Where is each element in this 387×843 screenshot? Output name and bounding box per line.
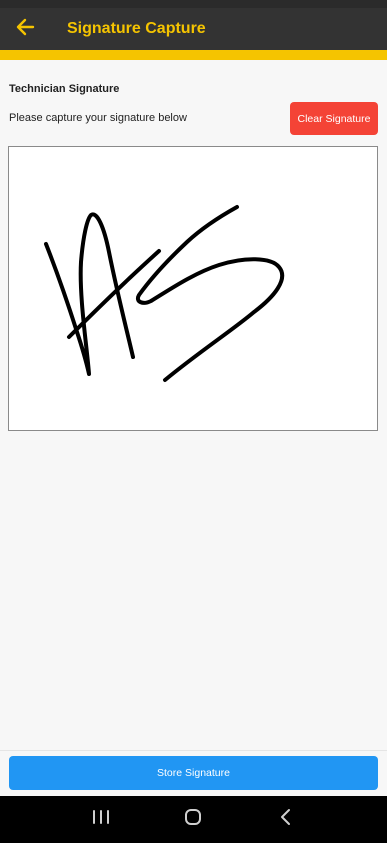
system-navigation-bar <box>0 796 387 843</box>
signature-stroke <box>44 205 285 382</box>
home-icon <box>183 807 203 832</box>
page-title: Signature Capture <box>67 20 206 37</box>
store-signature-button[interactable]: Store Signature <box>9 756 378 790</box>
back-chevron-icon <box>278 807 294 832</box>
section-label: Technician Signature <box>9 83 120 95</box>
arrow-left-icon <box>15 17 35 42</box>
footer-divider <box>0 750 387 751</box>
recents-button[interactable] <box>81 800 121 840</box>
recents-icon <box>91 809 111 830</box>
back-button[interactable] <box>0 8 50 50</box>
instructions-text: Please capture your signature below <box>9 112 187 124</box>
clear-signature-button[interactable]: Clear Signature <box>290 102 378 135</box>
app-bar: Signature Capture <box>0 8 387 50</box>
signature-pad[interactable] <box>8 146 378 431</box>
app-bar-accent <box>0 50 387 60</box>
home-button[interactable] <box>173 800 213 840</box>
system-back-button[interactable] <box>266 800 306 840</box>
main-content: Technician Signature Please capture your… <box>0 60 387 750</box>
status-bar <box>0 0 387 8</box>
